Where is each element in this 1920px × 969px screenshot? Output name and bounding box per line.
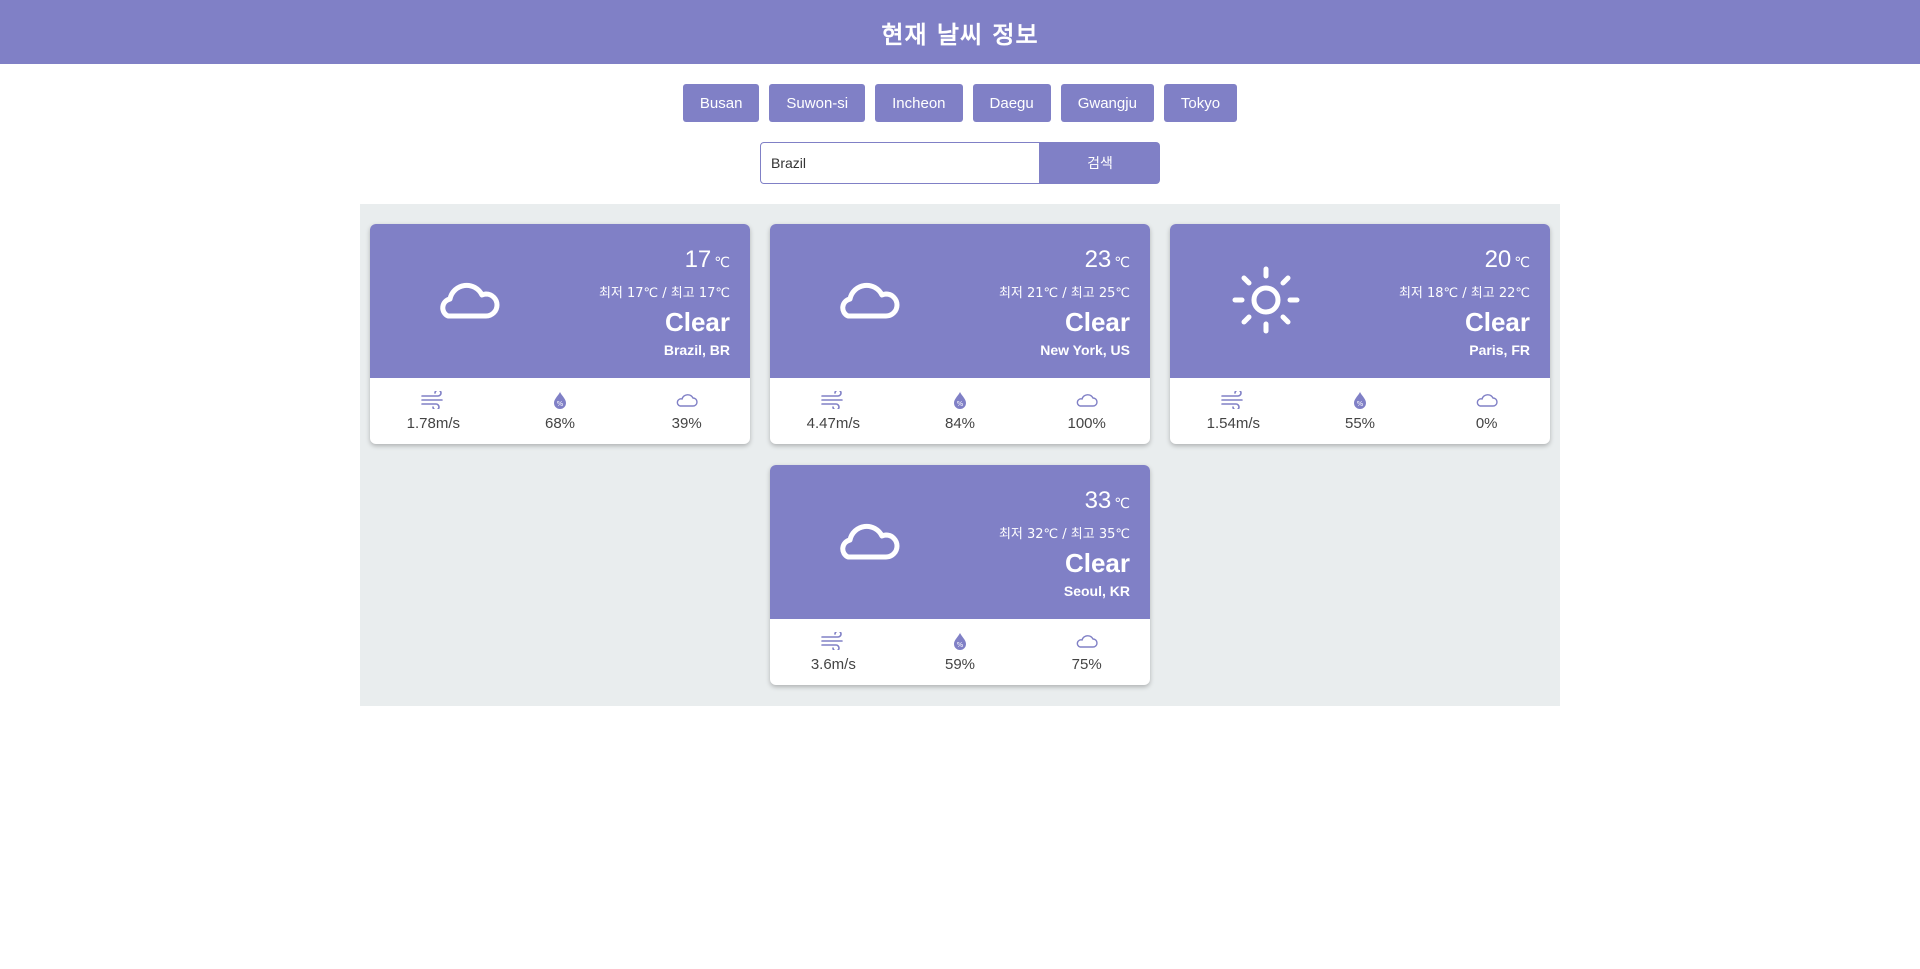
clouds-value: 100% bbox=[1067, 414, 1106, 432]
card-info: 17 ℃ 최저 17℃ / 최고 17℃ Clear Brazil, BR bbox=[599, 246, 730, 358]
clouds-stat: 39% bbox=[623, 391, 750, 432]
card-header: 23 ℃ 최저 21℃ / 최고 25℃ Clear New York, US bbox=[770, 224, 1150, 378]
weather-card: 17 ℃ 최저 17℃ / 최고 17℃ Clear Brazil, BR 1.7… bbox=[370, 224, 750, 444]
location-name: Seoul, KR bbox=[1063, 583, 1130, 599]
wind-icon bbox=[821, 390, 844, 409]
card-info: 33 ℃ 최저 32℃ / 최고 35℃ Clear Seoul, KR bbox=[999, 487, 1130, 599]
svg-text:%: % bbox=[1357, 400, 1364, 408]
city-button-incheon[interactable]: Incheon bbox=[875, 84, 963, 122]
svg-text:%: % bbox=[557, 400, 564, 408]
clouds-value: 75% bbox=[1071, 655, 1102, 673]
weather-card: 33 ℃ 최저 32℃ / 최고 35℃ Clear Seoul, KR 3.6m… bbox=[770, 465, 1150, 685]
humidity-icon: % bbox=[554, 391, 566, 409]
min-max-temperature: 최저 17℃ / 최고 17℃ bbox=[598, 286, 730, 301]
search-button[interactable]: 검색 bbox=[1040, 142, 1160, 184]
page-header: 현재 날씨 정보 bbox=[0, 0, 1920, 64]
location-name: Brazil, BR bbox=[663, 342, 730, 358]
humidity-stat: % 55% bbox=[1297, 391, 1424, 432]
wind-value: 4.47m/s bbox=[806, 414, 861, 432]
card-info: 20 ℃ 최저 18℃ / 최고 22℃ Clear Paris, FR bbox=[1399, 246, 1530, 358]
cloud-icon bbox=[840, 523, 900, 560]
wind-value: 1.54m/s bbox=[1206, 414, 1261, 432]
card-info: 23 ℃ 최저 21℃ / 최고 25℃ Clear New York, US bbox=[999, 246, 1130, 358]
search-input[interactable] bbox=[760, 142, 1040, 184]
min-max-temperature: 최저 18℃ / 최고 22℃ bbox=[1398, 286, 1530, 301]
wind-stat: 3.6m/s bbox=[770, 631, 897, 673]
weather-card: 23 ℃ 최저 21℃ / 최고 25℃ Clear New York, US 4… bbox=[770, 224, 1150, 444]
wind-stat: 1.78m/s bbox=[370, 390, 497, 432]
humidity-stat: % 68% bbox=[497, 391, 624, 432]
weather-description: Clear bbox=[664, 307, 730, 337]
weather-panel: 17 ℃ 최저 17℃ / 최고 17℃ Clear Brazil, BR 1.7… bbox=[360, 204, 1560, 706]
cloud-icon bbox=[440, 282, 500, 319]
temperature: 20 ℃ bbox=[1484, 246, 1530, 273]
temperature: 33 ℃ bbox=[1084, 487, 1130, 514]
humidity-value: 84% bbox=[944, 414, 976, 432]
city-button-daegu[interactable]: Daegu bbox=[972, 84, 1051, 122]
clouds-value: 39% bbox=[671, 414, 702, 432]
card-stats: 1.54m/s % 55% 0% bbox=[1170, 378, 1550, 444]
city-button-busan[interactable]: Busan bbox=[682, 84, 760, 122]
wind-icon bbox=[1221, 390, 1244, 409]
card-stats: 3.6m/s % 59% 75% bbox=[770, 619, 1150, 685]
clouds-stat: 75% bbox=[1023, 632, 1150, 673]
card-header: 33 ℃ 최저 32℃ / 최고 35℃ Clear Seoul, KR bbox=[770, 465, 1150, 619]
city-button-suwon-si[interactable]: Suwon-si bbox=[769, 84, 866, 122]
clouds-value: 0% bbox=[1475, 414, 1498, 432]
humidity-stat: % 84% bbox=[897, 391, 1024, 432]
weather-description: Clear bbox=[1464, 307, 1530, 337]
humidity-value: 68% bbox=[544, 414, 576, 432]
location-name: Paris, FR bbox=[1469, 342, 1530, 358]
humidity-icon: % bbox=[954, 391, 966, 409]
wind-icon bbox=[821, 631, 844, 650]
weather-card: 20 ℃ 최저 18℃ / 최고 22℃ Clear Paris, FR 1.54… bbox=[1170, 224, 1550, 444]
city-button-bar: Busan Suwon-si Incheon Daegu Gwangju Tok… bbox=[0, 84, 1920, 122]
svg-text:%: % bbox=[957, 400, 964, 408]
temperature: 23 ℃ bbox=[1084, 246, 1130, 273]
wind-icon bbox=[421, 390, 444, 409]
humidity-value: 55% bbox=[1344, 414, 1376, 432]
card-header: 20 ℃ 최저 18℃ / 최고 22℃ Clear Paris, FR bbox=[1170, 224, 1550, 378]
location-name: New York, US bbox=[1040, 342, 1130, 358]
card-stats: 1.78m/s % 68% 39% bbox=[370, 378, 750, 444]
min-max-temperature: 최저 32℃ / 최고 35℃ bbox=[998, 527, 1130, 542]
wind-value: 1.78m/s bbox=[406, 414, 461, 432]
card-stats: 4.47m/s % 84% 100% bbox=[770, 378, 1150, 444]
clouds-icon bbox=[676, 393, 698, 407]
temperature: 17 ℃ bbox=[684, 246, 730, 273]
humidity-value: 59% bbox=[944, 655, 976, 673]
clouds-stat: 0% bbox=[1423, 391, 1550, 432]
min-max-temperature: 최저 21℃ / 최고 25℃ bbox=[998, 286, 1130, 301]
clouds-icon bbox=[1476, 393, 1498, 407]
wind-stat: 1.54m/s bbox=[1170, 390, 1297, 432]
humidity-icon: % bbox=[1354, 391, 1366, 409]
city-button-tokyo[interactable]: Tokyo bbox=[1163, 84, 1238, 122]
svg-text:%: % bbox=[957, 641, 964, 649]
search-bar: 검색 bbox=[0, 142, 1920, 184]
weather-description: Clear bbox=[1064, 307, 1130, 337]
sun-icon bbox=[1232, 266, 1300, 334]
humidity-icon: % bbox=[954, 632, 966, 650]
humidity-stat: % 59% bbox=[897, 632, 1024, 673]
clouds-icon bbox=[1076, 393, 1098, 407]
cloud-icon bbox=[840, 282, 900, 319]
wind-value: 3.6m/s bbox=[810, 655, 856, 673]
clouds-stat: 100% bbox=[1023, 391, 1150, 432]
city-button-gwangju[interactable]: Gwangju bbox=[1060, 84, 1154, 122]
page-title: 현재 날씨 정보 bbox=[881, 20, 1039, 49]
card-header: 17 ℃ 최저 17℃ / 최고 17℃ Clear Brazil, BR bbox=[370, 224, 750, 378]
weather-description: Clear bbox=[1064, 548, 1130, 578]
clouds-icon bbox=[1076, 634, 1098, 648]
wind-stat: 4.47m/s bbox=[770, 390, 897, 432]
